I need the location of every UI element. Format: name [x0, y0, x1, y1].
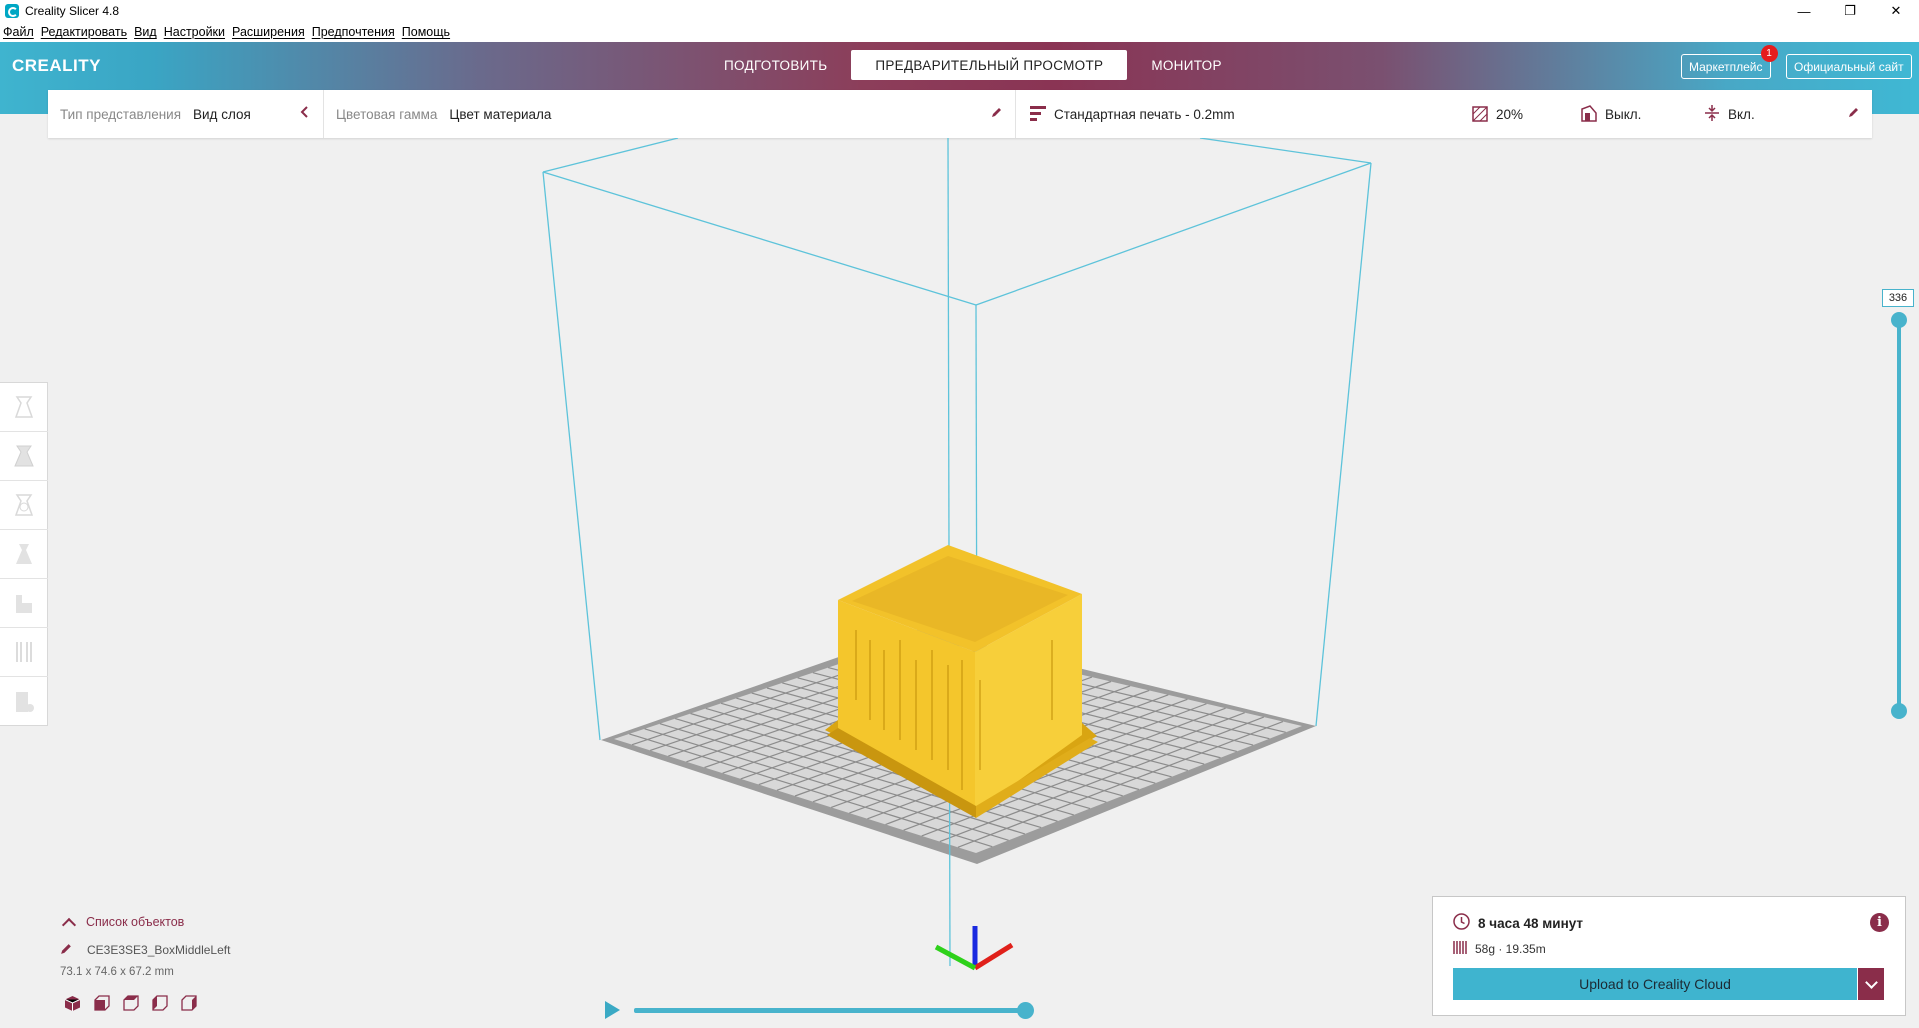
menu-view[interactable]: Вид	[134, 25, 157, 39]
layer-lower-handle[interactable]	[1891, 703, 1907, 719]
view-type-selector[interactable]: Тип представления Вид слоя	[48, 90, 324, 138]
paint-icon	[16, 691, 34, 712]
view-right-icon[interactable]	[180, 995, 197, 1012]
playback-track[interactable]	[634, 1008, 1026, 1013]
print-profile-value: Стандартная печать - 0.2mm	[1054, 106, 1235, 122]
app-logo-icon	[5, 4, 19, 18]
menu-bar: Файл Редактировать Вид Настройки Расшире…	[0, 22, 1919, 42]
menu-help[interactable]: Помощь	[402, 25, 450, 39]
view-top-icon[interactable]	[122, 995, 139, 1012]
pencil-icon[interactable]	[60, 942, 73, 958]
view-left-icon[interactable]	[151, 995, 168, 1012]
paint-tool[interactable]	[0, 677, 48, 726]
rotate-tool-icon	[14, 494, 34, 516]
mirror-tool[interactable]	[0, 432, 48, 481]
print-settings-summary[interactable]: Стандартная печать - 0.2mm 20% Выкл. Вкл…	[1016, 90, 1872, 138]
menu-edit[interactable]: Редактировать	[41, 25, 127, 39]
marketplace-badge: 1	[1760, 45, 1778, 62]
object-name: CE3E3SE3_BoxMiddleLeft	[87, 943, 231, 957]
marketplace-label: Маркетплейс	[1689, 59, 1763, 74]
menu-extensions[interactable]: Расширения	[232, 25, 305, 39]
view-3d-icon[interactable]	[64, 995, 81, 1012]
upload-cloud-button[interactable]: Upload to Creality Cloud	[1453, 968, 1857, 1000]
view-type-value: Вид слоя	[193, 106, 251, 122]
rotate-tool[interactable]	[0, 481, 48, 530]
adhesion-icon	[1704, 105, 1720, 124]
scale-tool[interactable]	[0, 383, 48, 432]
chevron-up-icon	[61, 917, 77, 933]
tab-monitor[interactable]: МОНИТОР	[1127, 50, 1245, 80]
title-bar: Creality Slicer 4.8 — ❐ ✕	[0, 0, 1919, 22]
material-usage: 58g · 19.35m	[1453, 940, 1546, 958]
layer-max-label: 336	[1882, 289, 1914, 307]
multiply-tool[interactable]	[0, 628, 48, 677]
infill-value: 20%	[1496, 106, 1524, 122]
build-volume-scene	[542, 138, 1372, 971]
support-blocker-icon	[16, 595, 32, 613]
object-list-toggle[interactable]: Список объектов	[58, 912, 358, 933]
menu-preferences[interactable]: Предпочтения	[312, 25, 395, 39]
support-icon	[1581, 105, 1597, 125]
play-icon[interactable]	[605, 1001, 620, 1019]
color-scheme-selector[interactable]: Цветовая гамма Цвет материала	[324, 90, 1016, 138]
playback-handle[interactable]	[1017, 1002, 1034, 1019]
color-scheme-label: Цветовая гамма	[336, 106, 438, 122]
layer-upper-handle[interactable]	[1891, 312, 1907, 328]
object-list-title: Список объектов	[86, 915, 185, 929]
chevron-left-icon[interactable]	[300, 105, 309, 123]
layer-slider-track[interactable]	[1897, 320, 1901, 712]
adhesion-value: Вкл.	[1728, 106, 1755, 122]
color-scheme-value: Цвет материала	[449, 106, 552, 122]
settings-bar: Тип представления Вид слоя Цветовая гамм…	[48, 90, 1872, 138]
support-value: Выкл.	[1605, 106, 1642, 122]
close-button[interactable]: ✕	[1873, 0, 1919, 22]
print-time-value: 8 часа 48 минут	[1478, 915, 1584, 931]
creality-logo: CREALITY	[12, 56, 101, 75]
minimize-button[interactable]: —	[1781, 0, 1827, 22]
object-list-panel: Список объектов CE3E3SE3_BoxMiddleLeft 7…	[58, 912, 358, 1012]
pencil-icon[interactable]	[1848, 106, 1860, 121]
maximize-button[interactable]: ❐	[1827, 0, 1873, 22]
pencil-icon[interactable]	[991, 106, 1003, 121]
object-dimensions: 73.1 x 74.6 x 67.2 mm	[60, 966, 174, 978]
tab-preview[interactable]: ПРЕДВАРИТЕЛЬНЫЙ ПРОСМОТР	[851, 50, 1128, 80]
stage-tabs: ПОДГОТОВИТЬ ПРЕДВАРИТЕЛЬНЫЙ ПРОСМОТР МОН…	[700, 50, 1246, 80]
tab-prepare[interactable]: ПОДГОТОВИТЬ	[700, 50, 851, 80]
upload-dropdown-button[interactable]	[1858, 968, 1884, 1000]
window-title: Creality Slicer 4.8	[25, 4, 120, 18]
marketplace-button[interactable]: Маркетплейс 1	[1681, 45, 1778, 79]
multiply-icon	[16, 642, 32, 662]
per-model-settings-icon	[16, 544, 32, 564]
menu-file[interactable]: Файл	[3, 25, 34, 39]
scale-tool-icon	[14, 396, 34, 418]
support-blocker-tool[interactable]	[0, 579, 48, 628]
print-time: 8 часа 48 минут	[1453, 913, 1583, 933]
menu-settings[interactable]: Настройки	[164, 25, 225, 39]
print-profile-icon	[1030, 106, 1046, 124]
official-site-button[interactable]: Официальный сайт	[1786, 54, 1912, 79]
infill-icon	[1472, 106, 1488, 125]
clock-icon	[1453, 913, 1470, 933]
mirror-tool-icon	[14, 445, 34, 467]
window-controls: — ❐ ✕	[1781, 0, 1919, 22]
camera-view-buttons	[64, 995, 358, 1012]
tool-strip	[0, 382, 48, 726]
view-front-icon[interactable]	[93, 995, 110, 1012]
print-info-panel: 8 часа 48 минут 58g · 19.35m i Upload to…	[1432, 896, 1906, 1016]
3d-viewport[interactable]	[0, 138, 1919, 1028]
material-usage-value: 58g · 19.35m	[1475, 942, 1546, 956]
filament-icon	[1453, 940, 1467, 958]
object-row[interactable]: CE3E3SE3_BoxMiddleLeft	[58, 941, 358, 959]
info-icon[interactable]: i	[1870, 913, 1889, 932]
per-model-settings-tool[interactable]	[0, 530, 48, 579]
view-type-label: Тип представления	[60, 106, 182, 122]
